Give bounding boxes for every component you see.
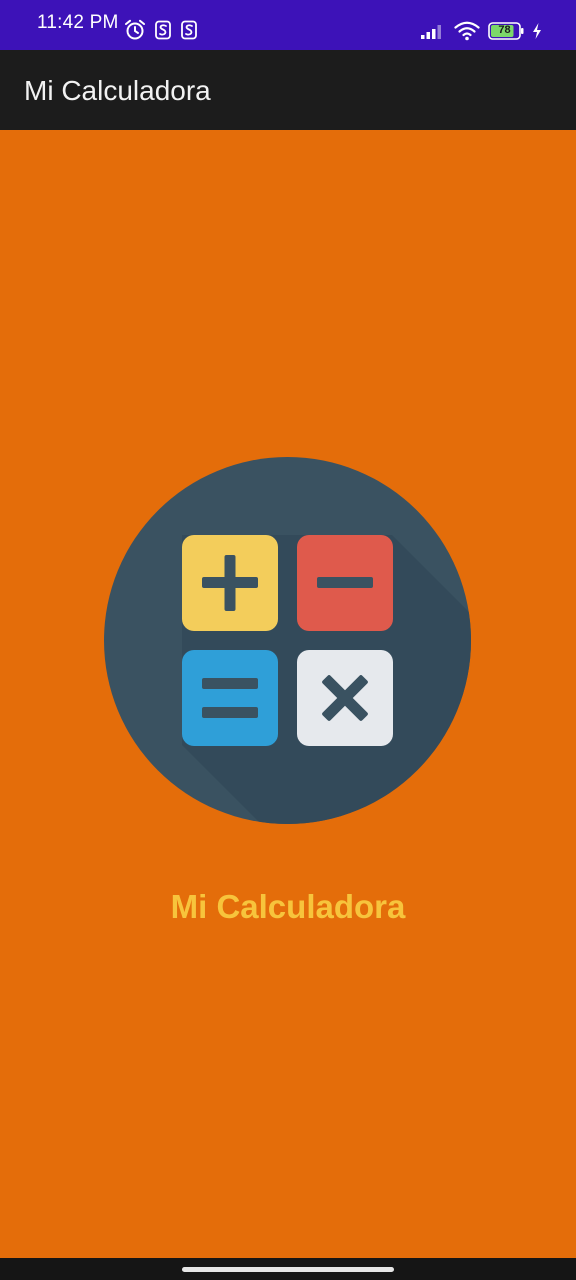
status-bar: 11:42 PM 78 bbox=[0, 0, 576, 50]
wifi-icon bbox=[454, 21, 480, 41]
calculator-logo-icon bbox=[104, 457, 471, 824]
gesture-handle[interactable] bbox=[182, 1267, 394, 1272]
splash-title: Mi Calculadora bbox=[170, 888, 406, 925]
s-notification-icon bbox=[154, 20, 172, 40]
s-notification-icon bbox=[180, 20, 198, 40]
app-bar-title: Mi Calculadora bbox=[24, 75, 211, 106]
alarm-icon bbox=[124, 19, 146, 41]
battery-level: 78 bbox=[498, 24, 511, 36]
charging-icon bbox=[532, 22, 542, 40]
app-bar: Mi Calculadora bbox=[0, 50, 576, 130]
navigation-bar bbox=[0, 1256, 576, 1280]
splash-screen: 11:42 PM 78 Mi Calculadora Mi Calculador… bbox=[0, 0, 576, 1280]
signal-icon bbox=[420, 22, 446, 40]
status-time: 11:42 PM bbox=[37, 12, 119, 33]
battery-icon: 78 bbox=[488, 22, 524, 40]
status-notification-icons bbox=[124, 19, 198, 41]
status-system-icons: 78 bbox=[420, 20, 542, 42]
